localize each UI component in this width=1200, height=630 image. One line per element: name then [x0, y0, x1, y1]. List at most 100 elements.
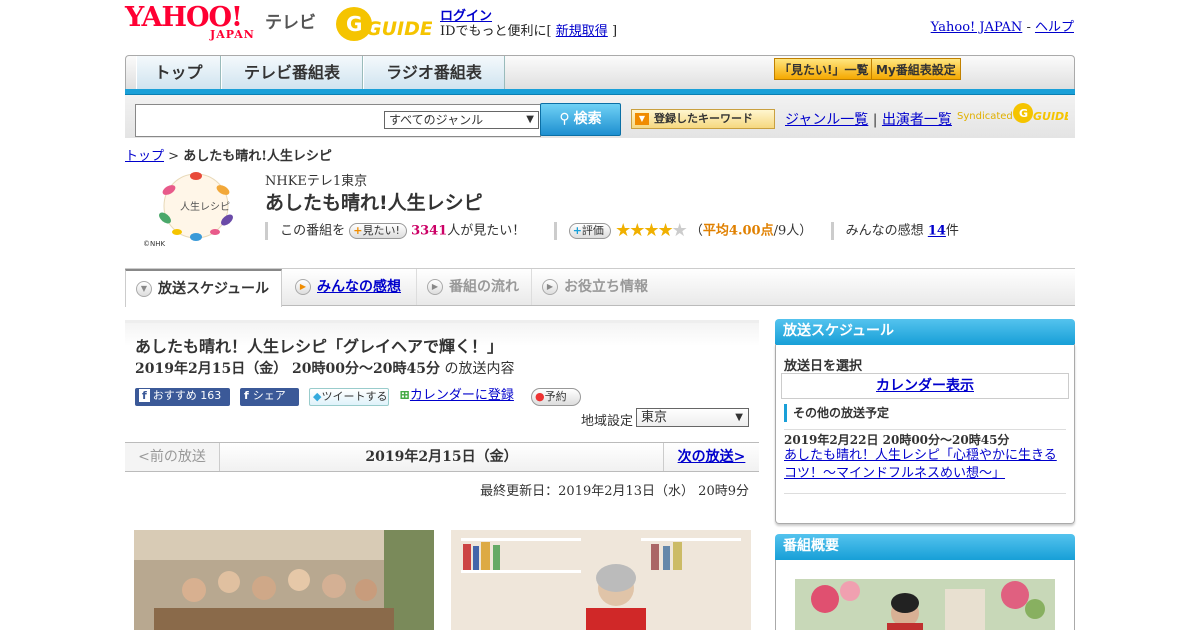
rating-votes: /9人）	[773, 223, 813, 239]
want-list-button[interactable]: 「見たい!」一覧	[774, 58, 874, 80]
tab-label: 番組の流れ	[449, 279, 519, 295]
facebook-share-button[interactable]: f シェア	[240, 388, 299, 406]
want-button-label: 見たい!	[362, 224, 400, 237]
gguide-small-logo: G GUIDE	[1013, 103, 1068, 123]
search-button[interactable]: ⚲ 検索	[540, 103, 621, 136]
tv-logo-text: テレビ	[265, 13, 316, 33]
average-rating: 平均4.00点	[702, 223, 774, 239]
tweet-label: ツイートする	[321, 390, 388, 403]
calendar-view-link[interactable]: カレンダー表示	[781, 373, 1069, 399]
region-select-value: 東京	[641, 410, 668, 425]
tab-program-flow: ▶ 番組の流れ	[417, 269, 532, 305]
dropdown-arrow-icon: ▼	[526, 114, 534, 125]
yahoo-japan-logo-text: JAPAN	[210, 28, 255, 41]
program-logo-image: 人生レシピ ©NHK	[143, 172, 233, 248]
gguide-small-logo-text: GUIDE	[1033, 110, 1068, 123]
record-icon: ●	[535, 390, 545, 403]
stats-divider	[265, 222, 268, 240]
nav-tab-top[interactable]: トップ	[136, 56, 221, 90]
dropdown-arrow-icon: ▼	[735, 412, 743, 423]
my-schedule-button[interactable]: My番組表設定	[871, 58, 961, 80]
impressions-suffix: 件	[945, 223, 959, 239]
tab-label[interactable]: みんなの感想	[317, 279, 401, 295]
next-episode-link[interactable]: 次の放送>	[663, 443, 759, 471]
gguide-logo[interactable]: G GUIDE	[334, 5, 432, 43]
svg-text:G: G	[1019, 107, 1028, 120]
calendar-register-label[interactable]: カレンダーに登録	[410, 388, 514, 403]
episode-title: あしたも晴れ！人生レシピ「グレイヘアで輝く！」	[135, 337, 504, 356]
star-icon: ★	[657, 220, 673, 241]
sidebar-overview-heading: 番組概要	[775, 534, 1075, 560]
signup-link[interactable]: 新規取得	[556, 24, 608, 39]
breadcrumb-separator: >	[168, 149, 180, 164]
genre-select[interactable]: すべてのジャンル ▼	[384, 111, 539, 129]
divider	[784, 493, 1066, 494]
chevron-right-icon: ▶	[427, 279, 443, 295]
plus-icon: +	[353, 224, 363, 237]
last-updated: 最終更新日：2019年2月13日（水） 20時9分	[480, 484, 749, 499]
current-episode-date: 2019年2月15日（金）	[365, 449, 518, 465]
calendar-plus-icon: ⊞	[399, 388, 410, 403]
region-select[interactable]: 東京 ▼	[636, 408, 749, 427]
recommend-count: 163	[200, 389, 222, 402]
nhk-copyright: ©NHK	[143, 240, 166, 248]
login-sub-prefix: IDでもっと便利に[	[440, 24, 552, 39]
breadcrumb: トップ > あしたも晴れ!人生レシピ	[125, 145, 332, 164]
want-prefix: この番組を	[280, 223, 346, 239]
tab-label: お役立ち情報	[564, 279, 648, 295]
other-broadcast-link[interactable]: あしたも晴れ！人生レシピ「心穏やかに生きるコツ！～マインドフルネスめい想～」	[784, 447, 1066, 483]
nav-tab-radio-schedule[interactable]: ラジオ番組表	[363, 56, 505, 90]
search-button-label: 検索	[573, 111, 602, 127]
other-broadcasts-label: その他の放送予定	[784, 404, 1066, 422]
syndicated-label: Syndicated	[957, 111, 1013, 122]
performer-list-link[interactable]: 出演者一覧	[882, 112, 952, 128]
registered-keyword-button[interactable]: ▼ 登録したキーワード	[631, 109, 775, 129]
tab-broadcast-schedule[interactable]: ▼ 放送スケジュール	[125, 269, 282, 307]
genre-select-value: すべてのジャンル	[389, 113, 484, 127]
episode-date-suffix: の放送内容	[444, 361, 515, 377]
reserve-label: 予約	[544, 390, 567, 403]
episode-photo-bookshelf	[451, 530, 751, 630]
episode-date-line: 2019年2月15日（金） 20時00分～20時45分 の放送内容	[135, 358, 514, 378]
program-overview-photo	[795, 579, 1055, 630]
link-divider: |	[872, 112, 878, 128]
rate-button-label: 評価	[581, 224, 604, 237]
breadcrumb-current: あしたも晴れ!人生レシピ	[183, 149, 332, 164]
search-links: ジャンル一覧 | 出演者一覧	[785, 109, 952, 129]
tab-label: 放送スケジュール	[158, 281, 270, 297]
stats-divider	[553, 222, 557, 240]
star-icon: ★	[615, 220, 631, 241]
nav-tab-tv-schedule[interactable]: テレビ番組表	[221, 56, 363, 90]
program-logo-title-text: 人生レシピ	[180, 200, 230, 213]
date-select-label: 放送日を選択	[784, 359, 863, 374]
main-nav: トップ テレビ番組表 ラジオ番組表 「見たい!」一覧 My番組表設定	[125, 55, 1075, 93]
episode-photo-group	[134, 530, 434, 630]
want-button[interactable]: +見たい!	[349, 223, 407, 239]
help-link[interactable]: ヘルプ	[1035, 20, 1074, 35]
search-icon: ⚲	[559, 111, 570, 127]
reserve-button[interactable]: ●予約	[531, 388, 581, 406]
svg-text:G: G	[346, 12, 362, 36]
genre-list-link[interactable]: ジャンル一覧	[785, 112, 868, 128]
episode-date: 2019年2月15日（金） 20時00分～20時45分	[135, 361, 440, 377]
sidebar-schedule-heading: 放送スケジュール	[775, 319, 1075, 345]
tab-impressions[interactable]: ▶ みんなの感想	[285, 269, 417, 305]
chevron-right-icon: ▶	[295, 279, 311, 295]
rate-button[interactable]: +評価	[568, 223, 611, 239]
facebook-icon: f	[139, 389, 150, 402]
keyword-button-label: 登録したキーワード	[654, 112, 753, 125]
impressions-count-link[interactable]: 14	[928, 224, 946, 239]
star-icon: ★	[643, 220, 659, 241]
avg-open: （	[689, 223, 703, 239]
star-icon: ★	[671, 220, 688, 241]
want-suffix: 人が見たい！	[447, 223, 526, 239]
tab-useful-info: ▶ お役立ち情報	[532, 269, 662, 305]
calendar-register-link[interactable]: ⊞カレンダーに登録	[399, 388, 524, 406]
yahoo-japan-link[interactable]: Yahoo! JAPAN	[931, 20, 1023, 35]
triangle-down-icon: ▼	[635, 113, 649, 125]
facebook-recommend-button[interactable]: f おすすめ 163	[135, 388, 230, 406]
breadcrumb-top-link[interactable]: トップ	[125, 149, 164, 164]
prev-episode-link: <前の放送	[125, 443, 220, 471]
facebook-icon: f	[244, 389, 249, 402]
tweet-button[interactable]: ◆ツイートする	[309, 388, 389, 406]
